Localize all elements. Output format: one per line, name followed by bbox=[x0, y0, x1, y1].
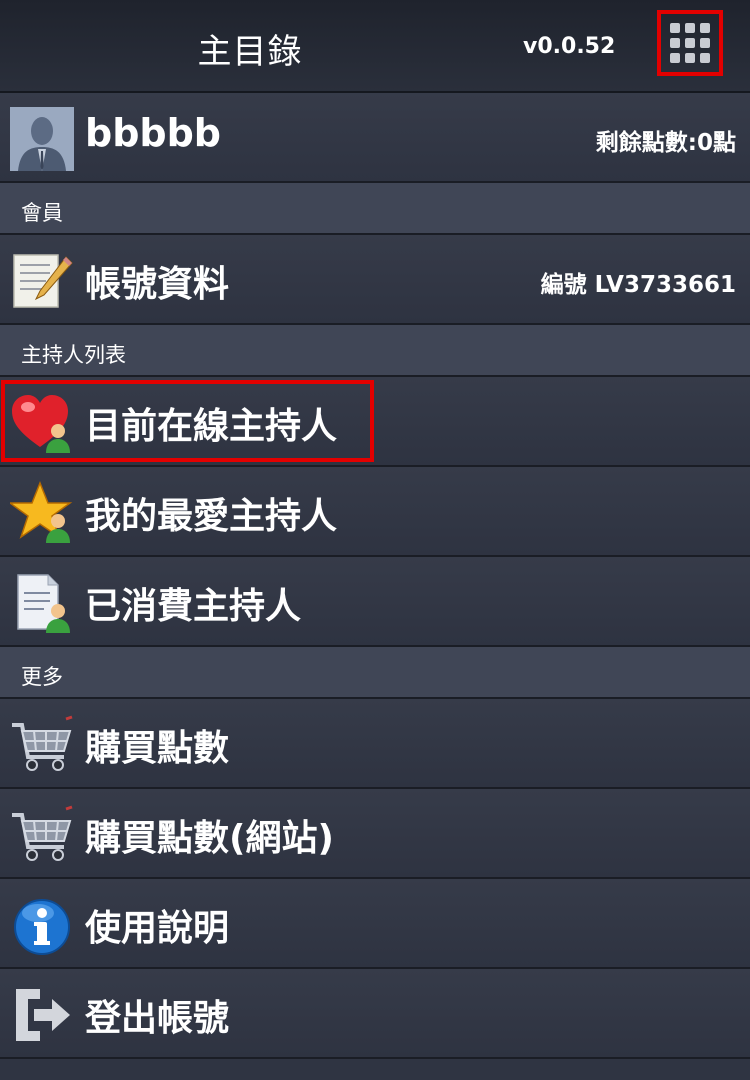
account-number: 編號 LV3733661 bbox=[540, 272, 736, 298]
menu-item-logout-label: 登出帳號 bbox=[85, 998, 230, 1039]
grid-menu-button[interactable] bbox=[657, 10, 723, 76]
menu-item-consumed-hosts-label: 已消費主持人 bbox=[85, 586, 302, 627]
menu-item-online-hosts[interactable]: 目前在線主持人 bbox=[0, 377, 750, 467]
menu-item-buy-points-label: 購買點數 bbox=[85, 728, 230, 769]
cart-icon bbox=[10, 713, 74, 777]
menu-item-account[interactable]: 帳號資料 編號 LV3733661 bbox=[0, 235, 750, 325]
menu-item-buy-points-web[interactable]: 購買點數(網站) bbox=[0, 789, 750, 879]
menu-item-buy-points[interactable]: 購買點數 bbox=[0, 699, 750, 789]
page-title: 主目錄 bbox=[197, 32, 303, 72]
info-icon bbox=[10, 893, 74, 957]
section-member-title: 會員 bbox=[21, 201, 63, 225]
user-row: bbbbb 剩餘點數:0點 bbox=[0, 93, 750, 183]
star-person-icon bbox=[7, 480, 74, 545]
top-bar: 主目錄 v0.0.52 bbox=[0, 0, 750, 93]
menu-item-account-label: 帳號資料 bbox=[85, 264, 230, 305]
username: bbbbb bbox=[85, 111, 222, 155]
menu-item-favorite-hosts[interactable]: 我的最愛主持人 bbox=[0, 467, 750, 557]
avatar bbox=[10, 107, 74, 171]
menu-item-consumed-hosts[interactable]: 已消費主持人 bbox=[0, 557, 750, 647]
app-root: 主目錄 v0.0.52 bbbbb 剩餘點數:0點 會員 帳號資料 編號 LV3… bbox=[0, 0, 750, 1080]
remaining-points: 剩餘點數:0點 bbox=[595, 130, 736, 156]
version-label: v0.0.52 bbox=[523, 34, 616, 59]
document-person-icon bbox=[10, 571, 74, 635]
section-more: 更多 bbox=[0, 647, 750, 699]
section-more-title: 更多 bbox=[21, 665, 63, 689]
menu-item-help[interactable]: 使用說明 bbox=[0, 879, 750, 969]
section-hosts: 主持人列表 bbox=[0, 325, 750, 377]
section-hosts-title: 主持人列表 bbox=[21, 343, 126, 367]
menu-item-favorite-hosts-label: 我的最愛主持人 bbox=[85, 496, 338, 537]
logout-icon bbox=[10, 983, 74, 1047]
menu-item-buy-points-web-label: 購買點數(網站) bbox=[85, 818, 334, 859]
menu-item-help-label: 使用說明 bbox=[85, 908, 230, 949]
grid-menu-icon bbox=[670, 23, 710, 63]
notepad-icon bbox=[10, 249, 74, 313]
cart-icon bbox=[10, 803, 74, 867]
menu-item-logout[interactable]: 登出帳號 bbox=[0, 969, 750, 1059]
heart-person-icon bbox=[10, 391, 74, 455]
section-member: 會員 bbox=[0, 183, 750, 235]
menu-item-online-hosts-label: 目前在線主持人 bbox=[85, 406, 338, 447]
